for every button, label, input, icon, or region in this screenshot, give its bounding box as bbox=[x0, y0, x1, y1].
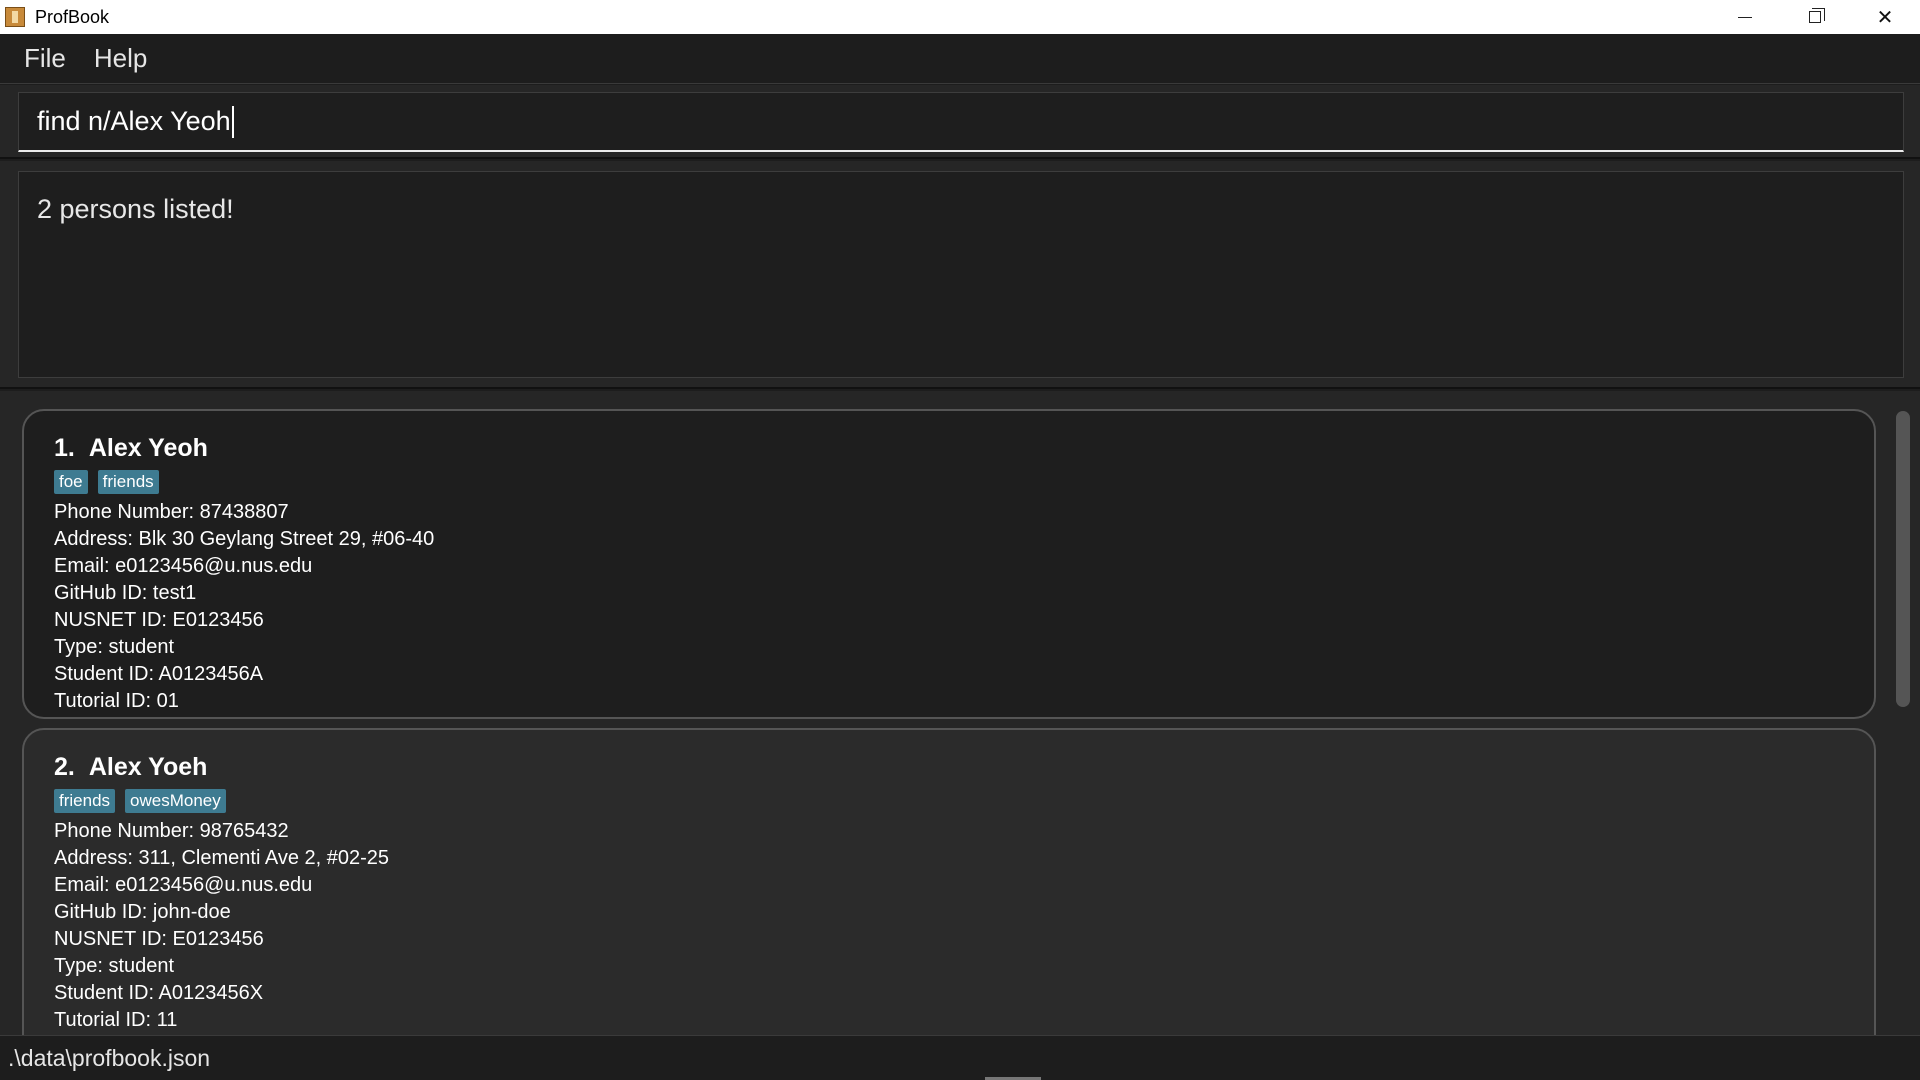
result-message: 2 persons listed! bbox=[37, 194, 234, 224]
address-field: Address: Blk 30 Geylang Street 29, #06-4… bbox=[54, 528, 435, 550]
nusnet-field: NUSNET ID: E0123456 bbox=[54, 928, 264, 950]
email-field: Email: e0123456@u.nus.edu bbox=[54, 874, 313, 896]
text-caret bbox=[231, 105, 234, 138]
student-id-field: Student ID: A0123456A bbox=[54, 663, 264, 685]
github-field: GitHub ID: test1 bbox=[54, 582, 197, 604]
close-icon: ✕ bbox=[1876, 6, 1894, 29]
person-name: Alex Yeoh bbox=[88, 434, 208, 462]
github-field: GitHub ID: john-doe bbox=[54, 901, 231, 923]
address-field: Address: 311, Clementi Ave 2, #02-25 bbox=[54, 847, 390, 869]
tag: foe bbox=[54, 470, 88, 494]
data-file-path: .\data\profbook.json bbox=[8, 1044, 211, 1071]
command-input[interactable]: find n/Alex Yeoh bbox=[18, 92, 1904, 152]
student-id-field: Student ID: A0123456X bbox=[54, 982, 264, 1004]
result-display[interactable]: 2 persons listed! bbox=[18, 171, 1904, 378]
person-list[interactable]: 1. Alex Yeoh foe friends Phone Number: 87… bbox=[0, 391, 1920, 1035]
window-controls: ✕ bbox=[1710, 0, 1920, 34]
tutorial-id-field: Tutorial ID: 01 bbox=[54, 690, 179, 712]
type-field: Type: student bbox=[54, 955, 175, 977]
result-display-placeholder: 2 persons listed! bbox=[0, 161, 1920, 389]
close-button[interactable]: ✕ bbox=[1850, 0, 1920, 34]
scrollbar-thumb[interactable] bbox=[1896, 411, 1910, 707]
phone-field: Phone Number: 87438807 bbox=[54, 501, 289, 523]
phone-field: Phone Number: 98765432 bbox=[54, 820, 289, 842]
scrollbar[interactable] bbox=[1890, 391, 1920, 1035]
status-bar: .\data\profbook.json bbox=[0, 1035, 1920, 1080]
minimize-button[interactable] bbox=[1710, 0, 1780, 34]
title-bar: ProfBook ✕ bbox=[0, 0, 1920, 34]
command-text: find n/Alex Yeoh bbox=[37, 106, 231, 136]
email-field: Email: e0123456@u.nus.edu bbox=[54, 555, 313, 577]
person-name-row: 1. Alex Yeoh bbox=[54, 429, 1844, 467]
nusnet-field: NUSNET ID: E0123456 bbox=[54, 609, 264, 631]
type-field: Type: student bbox=[54, 636, 175, 658]
tag: friends bbox=[54, 789, 116, 813]
tag: friends bbox=[97, 470, 159, 494]
person-index: 1. bbox=[54, 434, 75, 462]
command-box-placeholder: find n/Alex Yeoh bbox=[0, 85, 1920, 159]
person-card[interactable]: 1. Alex Yeoh foe friends Phone Number: 87… bbox=[22, 409, 1876, 719]
menu-file[interactable]: File bbox=[18, 43, 72, 74]
window-title: ProfBook bbox=[35, 6, 110, 27]
person-index: 2. bbox=[54, 753, 75, 781]
tag: owesMoney bbox=[125, 789, 226, 813]
person-name: Alex Yoeh bbox=[88, 753, 208, 781]
tutorial-id-field: Tutorial ID: 11 bbox=[54, 1009, 178, 1031]
menu-help[interactable]: Help bbox=[88, 43, 153, 74]
restore-icon bbox=[1809, 8, 1825, 23]
menu-bar: File Help bbox=[0, 34, 1920, 84]
tag-list: friends owesMoney bbox=[54, 786, 1844, 816]
restore-button[interactable] bbox=[1780, 0, 1850, 34]
person-name-row: 2. Alex Yoeh bbox=[54, 748, 1844, 786]
tag-list: foe friends bbox=[54, 467, 1844, 497]
minimize-icon bbox=[1738, 16, 1752, 18]
person-card[interactable]: 2. Alex Yoeh friends owesMoney Phone Numb… bbox=[22, 728, 1876, 1035]
profbook-app-icon bbox=[5, 7, 25, 27]
